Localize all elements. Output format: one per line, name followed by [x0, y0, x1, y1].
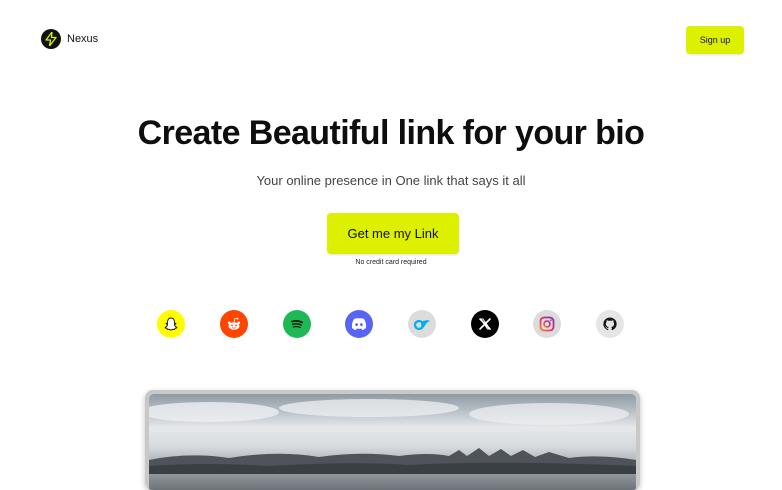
lightning-bolt-icon: [41, 29, 61, 49]
sign-up-button[interactable]: Sign up: [686, 26, 744, 54]
no-credit-card-note: No credit card required: [355, 259, 427, 266]
x-icon[interactable]: [471, 310, 499, 338]
social-icons-row: [157, 310, 627, 338]
landscape-photo: [149, 394, 636, 490]
snapchat-icon[interactable]: [157, 310, 185, 338]
brand-name: Nexus: [67, 33, 99, 45]
discord-icon[interactable]: [345, 310, 373, 338]
github-icon[interactable]: [596, 310, 624, 338]
spotify-icon[interactable]: [283, 310, 311, 338]
instagram-icon[interactable]: [533, 310, 561, 338]
brand-logo[interactable]: Nexus: [41, 29, 98, 49]
preview-image-frame: [145, 390, 640, 490]
reddit-icon[interactable]: [220, 310, 248, 338]
get-link-button[interactable]: Get me my Link: [327, 213, 459, 254]
onlyfans-icon[interactable]: [408, 310, 436, 338]
hero-title: Create Beautiful link for your bio: [137, 114, 645, 152]
hero-subtitle: Your online presence in One link that sa…: [256, 173, 526, 188]
